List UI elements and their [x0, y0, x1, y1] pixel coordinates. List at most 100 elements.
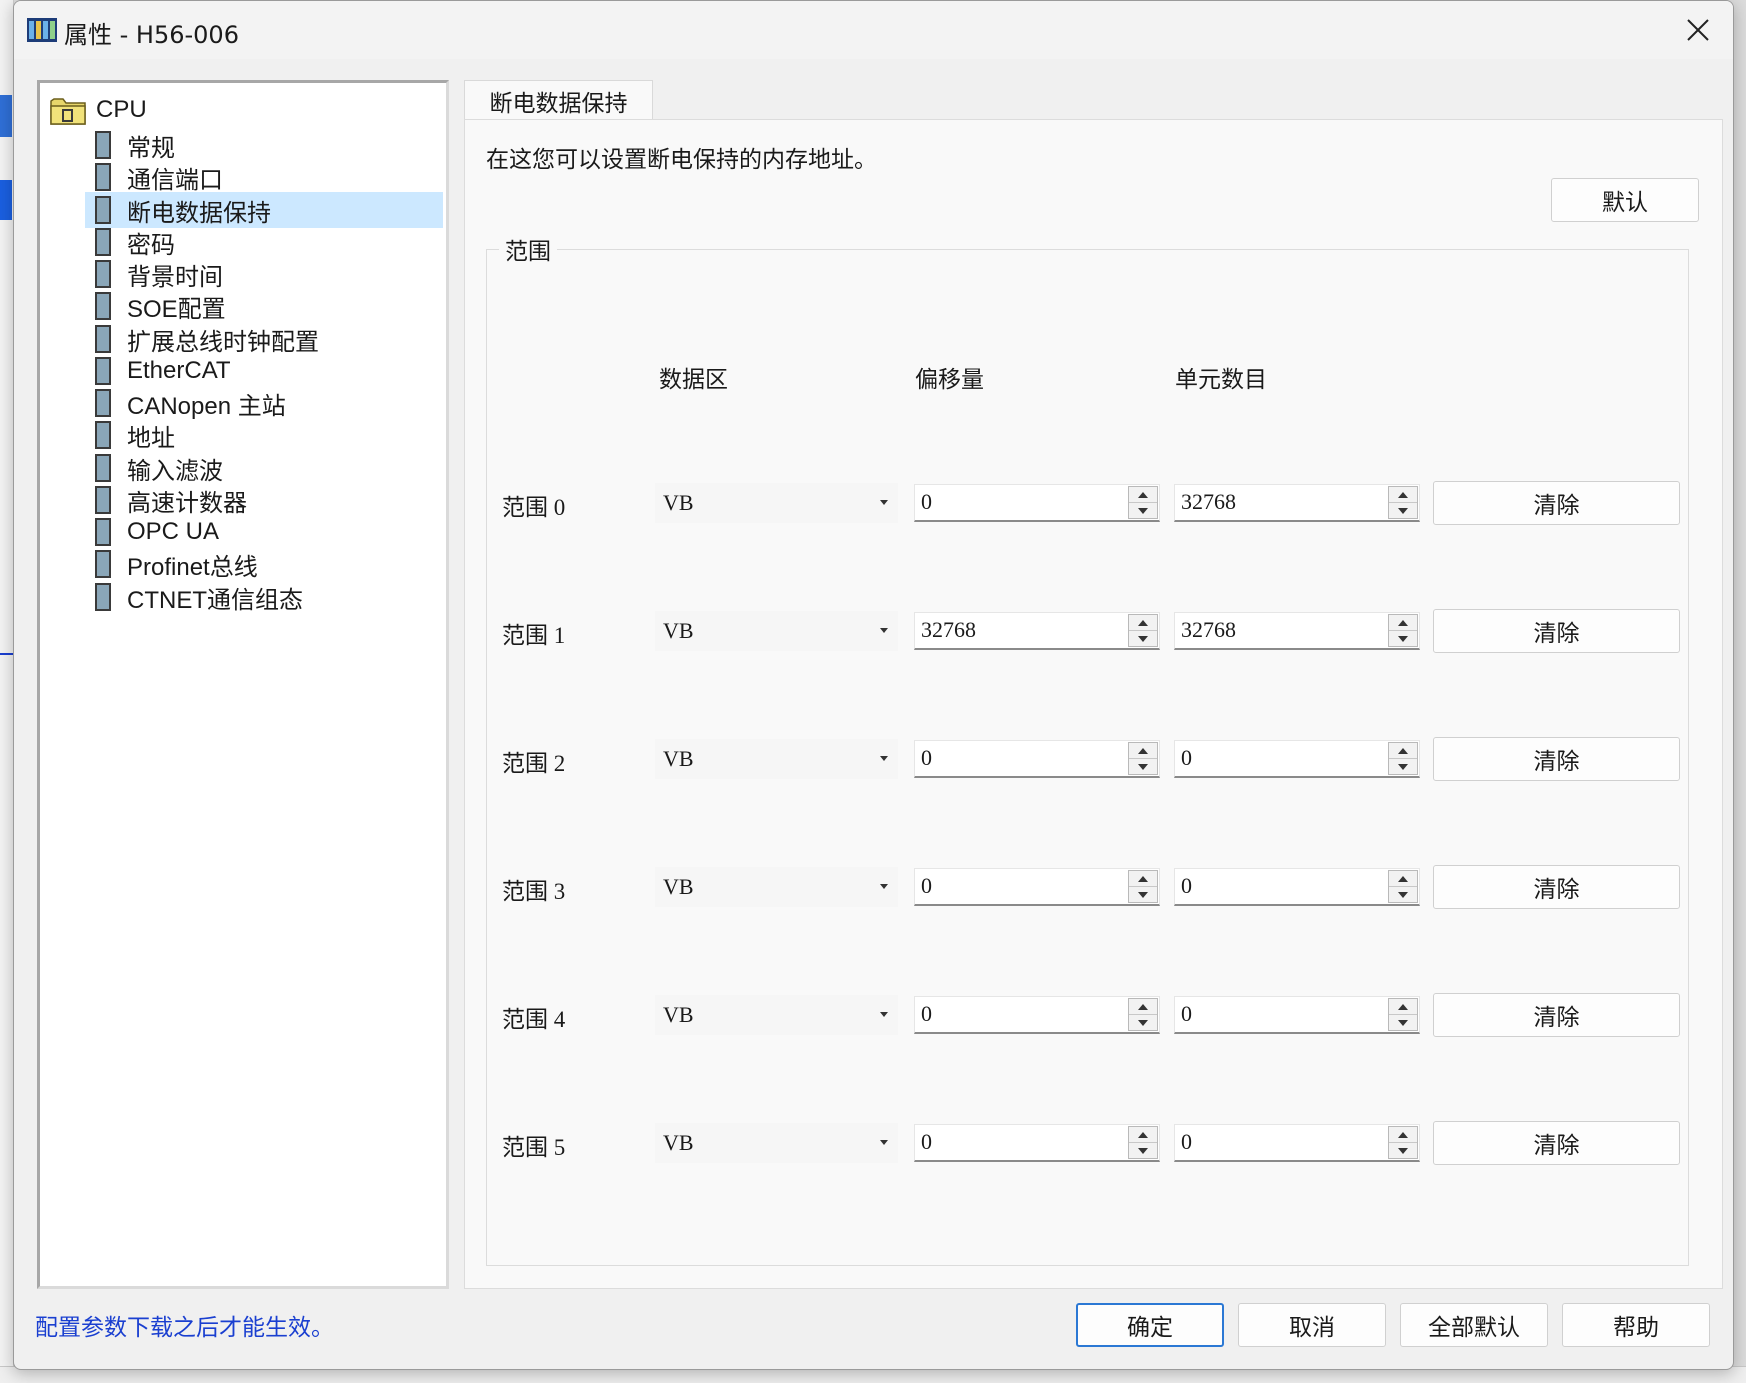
- tree-item-ctnet[interactable]: CTNET通信组态: [85, 579, 443, 615]
- spin-up-button[interactable]: [1389, 999, 1417, 1015]
- data-area-select[interactable]: VB: [655, 483, 898, 523]
- arrow-up-icon: [1138, 747, 1148, 754]
- spin-up-button[interactable]: [1129, 615, 1157, 631]
- dropdown-caret-icon: [880, 1140, 888, 1145]
- restore-all-defaults-button[interactable]: 全部默认: [1400, 1303, 1548, 1347]
- offset-spinbox[interactable]: 32768: [914, 612, 1160, 650]
- tree-root-cpu[interactable]: CPU: [50, 93, 147, 127]
- offset-spinbox[interactable]: 0: [914, 868, 1160, 906]
- clear-button[interactable]: 清除: [1433, 1121, 1680, 1165]
- page-icon: [95, 163, 111, 191]
- tree-item-input-filter[interactable]: 输入滤波: [85, 450, 443, 486]
- count-spinbox[interactable]: 0: [1174, 868, 1420, 906]
- footer-note: 配置参数下载之后才能生效。: [35, 1315, 334, 1341]
- spin-up-button[interactable]: [1389, 743, 1417, 759]
- background-tab: [0, 95, 12, 137]
- spin-up-button[interactable]: [1129, 871, 1157, 887]
- count-spinbox[interactable]: 32768: [1174, 484, 1420, 522]
- data-area-select[interactable]: VB: [655, 867, 898, 907]
- tree-item-general[interactable]: 常规: [85, 127, 443, 163]
- data-area-select[interactable]: VB: [655, 1123, 898, 1163]
- spin-down-button[interactable]: [1129, 1015, 1157, 1031]
- clear-button[interactable]: 清除: [1433, 865, 1680, 909]
- spin-down-button[interactable]: [1129, 1143, 1157, 1159]
- select-value: VB: [663, 618, 694, 643]
- count-spinbox[interactable]: 32768: [1174, 612, 1420, 650]
- properties-dialog: 属性 - H56-006 CPU 常规 通信端口 断电数据保持 密码 背景时间 …: [13, 0, 1734, 1370]
- spin-down-button[interactable]: [1129, 503, 1157, 519]
- tree-item-label: 地址: [127, 424, 175, 452]
- spin-value: 32768: [1181, 489, 1236, 514]
- count-spinbox[interactable]: 0: [1174, 740, 1420, 778]
- arrow-down-icon: [1398, 1020, 1408, 1026]
- offset-spinbox[interactable]: 0: [914, 996, 1160, 1034]
- arrow-down-icon: [1138, 636, 1148, 642]
- offset-spinbox[interactable]: 0: [914, 484, 1160, 522]
- spin-value: 0: [921, 1129, 932, 1154]
- tree-item-label: EtherCAT: [127, 357, 231, 384]
- tree-item-soe-config[interactable]: SOE配置: [85, 288, 443, 324]
- page-icon: [95, 486, 111, 514]
- tree-item-label: Profinet总线: [127, 553, 258, 581]
- settings-tree[interactable]: CPU 常规 通信端口 断电数据保持 密码 背景时间 SOE配置 扩展总线时钟配…: [37, 80, 449, 1289]
- offset-spinbox[interactable]: 0: [914, 1124, 1160, 1162]
- tree-item-background-time[interactable]: 背景时间: [85, 256, 443, 292]
- spin-up-button[interactable]: [1129, 999, 1157, 1015]
- data-area-select[interactable]: VB: [655, 611, 898, 651]
- count-spinbox[interactable]: 0: [1174, 1124, 1420, 1162]
- tree-item-comm-port[interactable]: 通信端口: [85, 159, 443, 195]
- tree-item-ethercat[interactable]: EtherCAT: [85, 353, 443, 389]
- cancel-button[interactable]: 取消: [1238, 1303, 1386, 1347]
- tree-item-label: 高速计数器: [127, 489, 247, 517]
- close-button[interactable]: [1673, 5, 1723, 55]
- spin-down-button[interactable]: [1129, 759, 1157, 775]
- tree-item-bus-clock[interactable]: 扩展总线时钟配置: [85, 321, 443, 357]
- clear-button[interactable]: 清除: [1433, 737, 1680, 781]
- tree-item-profinet[interactable]: Profinet总线: [85, 546, 443, 582]
- tab-retentive-data[interactable]: 断电数据保持: [464, 80, 653, 120]
- spin-down-button[interactable]: [1389, 887, 1417, 903]
- spin-up-button[interactable]: [1389, 615, 1417, 631]
- spin-up-button[interactable]: [1389, 871, 1417, 887]
- help-button[interactable]: 帮助: [1562, 1303, 1710, 1347]
- arrow-up-icon: [1398, 619, 1408, 626]
- arrow-up-icon: [1138, 875, 1148, 882]
- page-icon: [95, 228, 111, 256]
- default-button[interactable]: 默认: [1551, 178, 1699, 222]
- spin-down-button[interactable]: [1389, 759, 1417, 775]
- count-spinbox[interactable]: 0: [1174, 996, 1420, 1034]
- spin-value: 0: [921, 873, 932, 898]
- clear-button[interactable]: 清除: [1433, 609, 1680, 653]
- spin-up-button[interactable]: [1129, 487, 1157, 503]
- tree-item-hs-counter[interactable]: 高速计数器: [85, 482, 443, 518]
- tree-item-retentive-data[interactable]: 断电数据保持: [85, 192, 443, 228]
- spin-down-button[interactable]: [1389, 631, 1417, 647]
- offset-spinbox[interactable]: 0: [914, 740, 1160, 778]
- ok-button[interactable]: 确定: [1076, 1303, 1224, 1347]
- tree-item-canopen-master[interactable]: CANopen 主站: [85, 385, 443, 421]
- arrow-up-icon: [1398, 1131, 1408, 1138]
- spin-up-button[interactable]: [1389, 1127, 1417, 1143]
- tree-item-address[interactable]: 地址: [85, 417, 443, 453]
- spin-down-button[interactable]: [1389, 1143, 1417, 1159]
- page-icon: [95, 292, 111, 320]
- spin-up-button[interactable]: [1129, 743, 1157, 759]
- tree-item-opc-ua[interactable]: OPC UA: [85, 514, 443, 550]
- data-area-select[interactable]: VB: [655, 739, 898, 779]
- tree-item-password[interactable]: 密码: [85, 224, 443, 260]
- arrow-up-icon: [1138, 1131, 1148, 1138]
- arrow-up-icon: [1138, 1003, 1148, 1010]
- spin-down-button[interactable]: [1389, 503, 1417, 519]
- clear-button[interactable]: 清除: [1433, 993, 1680, 1037]
- data-area-select[interactable]: VB: [655, 995, 898, 1035]
- spin-down-button[interactable]: [1129, 631, 1157, 647]
- spin-down-button[interactable]: [1129, 887, 1157, 903]
- panel-description: 在这您可以设置断电保持的内存地址。: [486, 147, 877, 173]
- page-icon: [95, 583, 111, 611]
- spin-value: 0: [921, 1001, 932, 1026]
- clear-button[interactable]: 清除: [1433, 481, 1680, 525]
- spin-up-button[interactable]: [1389, 487, 1417, 503]
- dropdown-caret-icon: [880, 1012, 888, 1017]
- spin-up-button[interactable]: [1129, 1127, 1157, 1143]
- spin-down-button[interactable]: [1389, 1015, 1417, 1031]
